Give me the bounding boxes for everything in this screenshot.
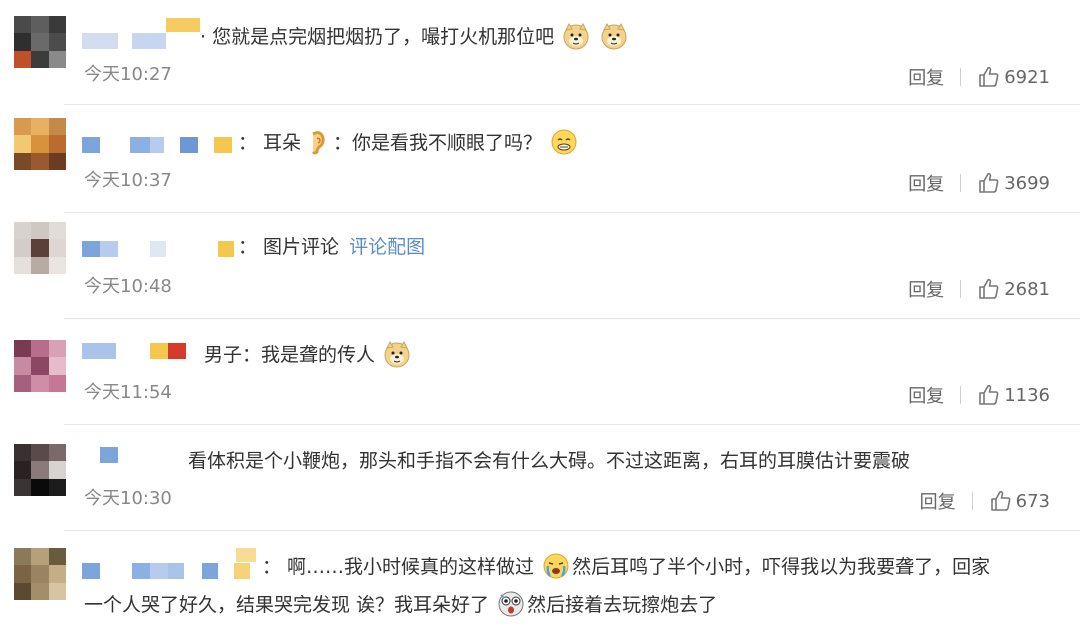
thumbs-up-icon [977, 171, 1001, 195]
comment-actions: 回复 2681 [908, 276, 1050, 302]
avatar[interactable] [14, 222, 66, 274]
like-count: 6921 [1004, 66, 1050, 88]
divider [960, 386, 962, 404]
comment-text: 男子：我是聋的传人 [204, 340, 413, 368]
like-button[interactable]: 1136 [977, 383, 1050, 407]
divider [64, 212, 1080, 213]
divider [960, 174, 962, 192]
username[interactable] [82, 342, 186, 360]
like-button[interactable]: 2681 [977, 277, 1050, 301]
username[interactable] [82, 562, 250, 580]
reply-button[interactable]: 回复 [908, 64, 944, 90]
reply-button[interactable]: 回复 [920, 488, 956, 514]
divider [960, 68, 962, 86]
username[interactable] [82, 240, 234, 258]
comment-time: 今天11:54 [84, 382, 172, 403]
thumbs-up-icon [977, 277, 1001, 301]
comment-time: 今天10:30 [84, 488, 172, 509]
crying-emoji [542, 552, 570, 580]
reply-button[interactable]: 回复 [908, 276, 944, 302]
silent-emoji [550, 128, 578, 156]
like-count: 3699 [1004, 172, 1050, 194]
divider [64, 104, 1080, 105]
comment-text: 一个人哭了好久，结果哭完发现 诶？我耳朵好了 然后接着去玩擦炮去了 [84, 590, 717, 618]
avatar[interactable] [14, 444, 66, 496]
image-comment-link[interactable]: 评论配图 [349, 236, 425, 258]
comment-text: 看体积是个小鞭炮，那头和手指不会有什么大碍。不过这距离，右耳的耳膜估计要震破 [188, 450, 911, 472]
divider [971, 492, 973, 510]
thumbs-up-icon [977, 65, 1001, 89]
like-count: 1136 [1004, 384, 1050, 406]
like-count: 2681 [1004, 278, 1050, 300]
divider [960, 280, 962, 298]
divider [64, 424, 1080, 425]
divider [64, 530, 1080, 531]
comment-time: 今天10:27 [84, 64, 172, 85]
ear-emoji [303, 128, 331, 156]
like-button[interactable]: 673 [989, 489, 1050, 513]
thumbs-up-icon [977, 383, 1001, 407]
divider [64, 318, 1080, 319]
doge-emoji [600, 22, 628, 50]
avatar[interactable] [14, 548, 66, 600]
avatar[interactable] [14, 16, 66, 68]
user-badge [166, 18, 200, 32]
scared-emoji [497, 590, 525, 618]
comment-text: · 您就是点完烟把烟扔了，嘬打火机那位吧 [200, 22, 630, 50]
comment-actions: 回复 3699 [908, 170, 1050, 196]
comment-text: ： 耳朵 ：你是看我不顺眼了吗？ [238, 128, 580, 156]
comment-actions: 回复 6921 [908, 64, 1050, 90]
reply-button[interactable]: 回复 [908, 382, 944, 408]
comment-text: ： 图片评论 评论配图 [238, 236, 426, 258]
thumbs-up-icon [989, 489, 1013, 513]
username[interactable] [100, 446, 118, 464]
comment-text: ： 啊……我小时候真的这样做过 然后耳鸣了半个小时，吓得我以为我要聋了，回家 [262, 552, 990, 580]
like-count: 673 [1015, 490, 1050, 512]
comment-time: 今天10:37 [84, 170, 172, 191]
reply-button[interactable]: 回复 [908, 170, 944, 196]
avatar[interactable] [14, 118, 66, 170]
like-button[interactable]: 6921 [977, 65, 1050, 89]
username[interactable] [82, 32, 166, 50]
comment-actions: 回复 673 [920, 488, 1050, 514]
user-badge [236, 548, 256, 562]
doge-emoji [562, 22, 590, 50]
comment-time: 今天10:48 [84, 276, 172, 297]
doge-emoji [383, 340, 411, 368]
like-button[interactable]: 3699 [977, 171, 1050, 195]
username[interactable] [82, 136, 232, 154]
avatar[interactable] [14, 340, 66, 392]
comment-actions: 回复 1136 [908, 382, 1050, 408]
